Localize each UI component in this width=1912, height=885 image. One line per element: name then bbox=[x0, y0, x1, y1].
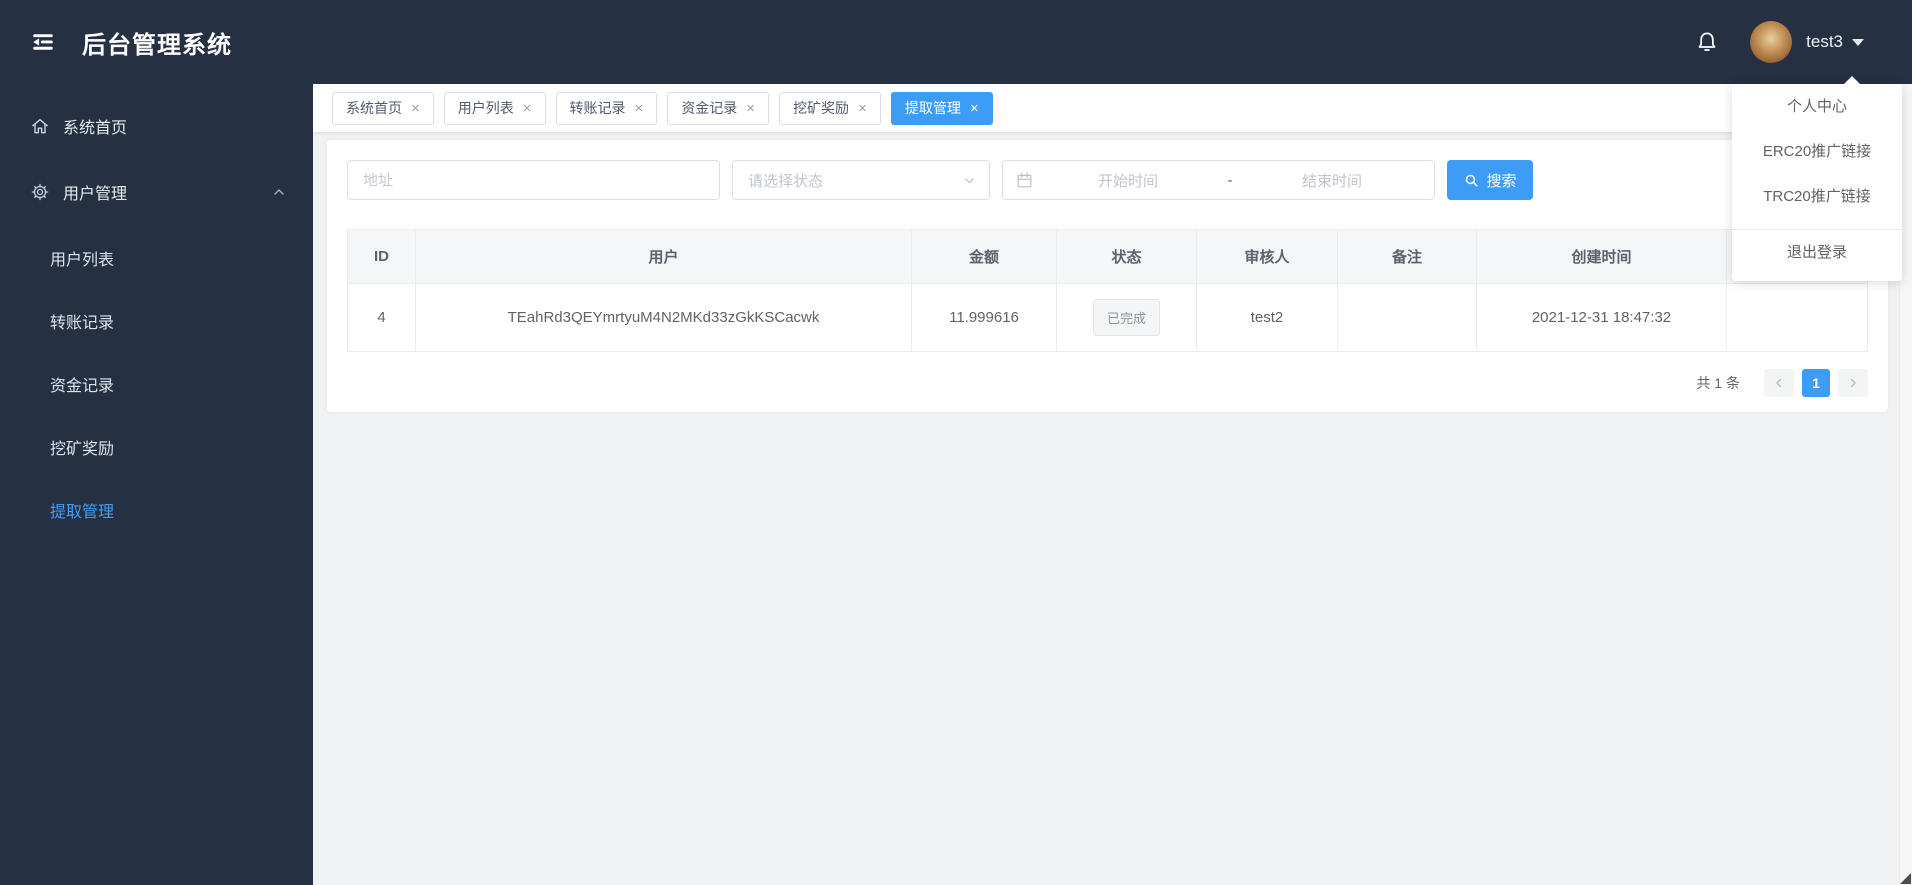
app-title: 后台管理系统 bbox=[82, 31, 232, 59]
search-button-label: 搜索 bbox=[1486, 172, 1517, 190]
tab-label: 挖矿奖励 bbox=[793, 100, 850, 116]
sidebar-item-fund-records[interactable]: 资金记录 bbox=[0, 362, 313, 406]
cell-remark bbox=[1337, 283, 1477, 352]
tab-transfer-records[interactable]: 转账记录 × bbox=[555, 91, 658, 125]
avatar[interactable] bbox=[1750, 21, 1793, 63]
chevron-up-icon bbox=[271, 184, 287, 200]
username[interactable]: test3 bbox=[1806, 32, 1843, 52]
cell-id: 4 bbox=[347, 283, 416, 352]
next-page-button[interactable] bbox=[1838, 369, 1868, 397]
col-remark: 备注 bbox=[1337, 229, 1477, 284]
table-header-row: ID 用户 金额 状态 审核人 备注 创建时间 bbox=[347, 229, 1868, 284]
sidebar-subitem-label: 转账记录 bbox=[50, 315, 115, 332]
cell-reviewer: test2 bbox=[1196, 283, 1338, 352]
col-reviewer: 审核人 bbox=[1196, 229, 1338, 284]
tab-bar: 系统首页 × 用户列表 × 转账记录 × 资金记录 × 挖矿奖励 × 提取管理 … bbox=[313, 84, 1912, 132]
table-row: 4 TEahRd3QEYmrtyuM4N2MKd33zGkKSCacwk 11.… bbox=[347, 283, 1868, 352]
date-range-picker[interactable]: 开始时间 - 结束时间 bbox=[1002, 160, 1435, 200]
chevron-down-icon bbox=[965, 177, 974, 183]
col-user: 用户 bbox=[415, 229, 912, 284]
search-icon bbox=[1463, 172, 1480, 189]
tab-close-icon[interactable]: × bbox=[970, 101, 979, 116]
tab-label: 用户列表 bbox=[457, 100, 514, 116]
tab-close-icon[interactable]: × bbox=[411, 101, 420, 116]
tab-close-icon[interactable]: × bbox=[746, 101, 755, 116]
sidebar-item-label: 系统首页 bbox=[63, 120, 128, 137]
header-right: test3 bbox=[1694, 21, 1864, 63]
status-select-placeholder: 请选择状态 bbox=[748, 172, 824, 190]
user-dropdown-menu: 个人中心 ERC20推广链接 TRC20推广链接 退出登录 bbox=[1732, 76, 1902, 281]
address-input[interactable] bbox=[347, 160, 720, 200]
sidebar-item-transfer-records[interactable]: 转账记录 bbox=[0, 299, 313, 343]
sidebar-item-user-list[interactable]: 用户列表 bbox=[0, 236, 313, 280]
sidebar-subitem-label: 提取管理 bbox=[50, 504, 115, 521]
menu-item-profile[interactable]: 个人中心 bbox=[1732, 84, 1902, 129]
cell-extra bbox=[1726, 283, 1868, 352]
sidebar-item-mining-rewards[interactable]: 挖矿奖励 bbox=[0, 425, 313, 469]
app-header: 后台管理系统 test3 bbox=[0, 0, 1912, 84]
sidebar-item-user-management[interactable]: 用户管理 bbox=[0, 170, 313, 214]
menu-item-erc20-link[interactable]: ERC20推广链接 bbox=[1732, 129, 1902, 174]
col-status: 状态 bbox=[1056, 229, 1197, 284]
tab-label: 提取管理 bbox=[904, 100, 961, 116]
col-id: ID bbox=[347, 229, 416, 284]
status-select[interactable]: 请选择状态 bbox=[732, 160, 990, 200]
gear-icon bbox=[30, 182, 50, 202]
calendar-icon bbox=[1015, 171, 1034, 190]
search-button[interactable]: 搜索 bbox=[1447, 160, 1533, 200]
chevron-left-icon bbox=[1776, 378, 1782, 388]
sidebar-item-label: 用户管理 bbox=[63, 186, 128, 203]
tab-close-icon[interactable]: × bbox=[523, 101, 532, 116]
sidebar-subitem-label: 挖矿奖励 bbox=[50, 441, 115, 458]
cell-status: 已完成 bbox=[1056, 283, 1197, 352]
tab-user-list[interactable]: 用户列表 × bbox=[443, 91, 546, 125]
tab-mining-rewards[interactable]: 挖矿奖励 × bbox=[779, 91, 881, 125]
tab-close-icon[interactable]: × bbox=[858, 101, 867, 116]
col-created: 创建时间 bbox=[1476, 229, 1727, 284]
pagination-total: 共 1 条 bbox=[1696, 375, 1740, 391]
notification-bell-icon[interactable] bbox=[1694, 29, 1720, 55]
cell-user: TEahRd3QEYmrtyuM4N2MKd33zGkKSCacwk bbox=[415, 283, 912, 352]
menu-item-logout[interactable]: 退出登录 bbox=[1732, 230, 1902, 275]
menu-item-trc20-link[interactable]: TRC20推广链接 bbox=[1732, 174, 1902, 219]
filter-bar: 请选择状态 开始时间 - 结束时间 bbox=[347, 160, 1868, 200]
sidebar-collapse-icon[interactable] bbox=[30, 29, 56, 55]
tab-label: 系统首页 bbox=[346, 100, 402, 116]
tab-withdraw-management[interactable]: 提取管理 × bbox=[890, 91, 993, 125]
status-badge: 已完成 bbox=[1092, 299, 1160, 336]
prev-page-button[interactable] bbox=[1764, 369, 1794, 397]
cell-amount: 11.999616 bbox=[911, 283, 1057, 352]
page-number-button[interactable]: 1 bbox=[1802, 369, 1830, 397]
cell-created: 2021-12-31 18:47:32 bbox=[1476, 283, 1727, 352]
sidebar-item-home[interactable]: 系统首页 bbox=[0, 104, 313, 148]
tab-label: 转账记录 bbox=[569, 100, 626, 116]
content-card: 请选择状态 开始时间 - 结束时间 bbox=[327, 140, 1888, 412]
sidebar-subitem-label: 用户列表 bbox=[50, 252, 115, 269]
tab-label: 资金记录 bbox=[681, 100, 738, 116]
date-range-separator: - bbox=[1227, 171, 1233, 189]
tab-home[interactable]: 系统首页 × bbox=[332, 91, 434, 125]
user-caret-down-icon[interactable] bbox=[1852, 38, 1864, 46]
home-icon bbox=[30, 116, 50, 136]
end-date-placeholder[interactable]: 结束时间 bbox=[1242, 170, 1422, 191]
tab-close-icon[interactable]: × bbox=[635, 101, 644, 116]
col-amount: 金额 bbox=[911, 229, 1057, 284]
sidebar-subitem-label: 资金记录 bbox=[50, 378, 115, 395]
chevron-right-icon bbox=[1850, 378, 1856, 388]
scroll-corner-icon bbox=[1900, 873, 1911, 884]
pagination: 共 1 条 1 bbox=[347, 369, 1868, 397]
sidebar: 系统首页 用户管理 用户列表 转账记录 资金记录 挖矿奖励 提取管理 bbox=[0, 84, 313, 885]
withdraw-table: ID 用户 金额 状态 审核人 备注 创建时间 4 TEahRd3QEYmrty… bbox=[347, 229, 1868, 352]
sidebar-item-withdraw-management[interactable]: 提取管理 bbox=[0, 488, 313, 532]
start-date-placeholder[interactable]: 开始时间 bbox=[1038, 170, 1218, 191]
tab-fund-records[interactable]: 资金记录 × bbox=[667, 91, 770, 125]
